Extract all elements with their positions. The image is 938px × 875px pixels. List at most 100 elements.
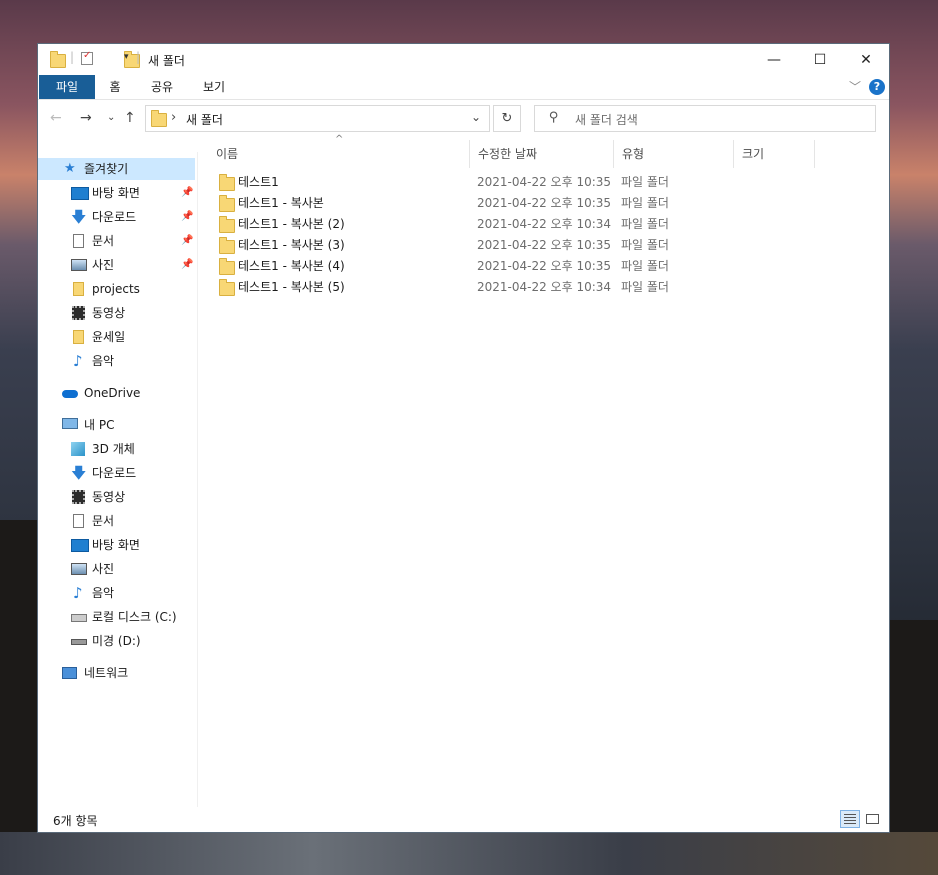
pin-icon: 📌 bbox=[181, 211, 194, 222]
file-date: 2021-04-22 오후 10:34 bbox=[477, 280, 612, 294]
sidebar-item-onedrive[interactable]: OneDrive bbox=[38, 382, 195, 404]
sidebar-item-pc-videos[interactable]: 동영상 bbox=[38, 486, 195, 508]
column-header-name[interactable]: 이름 bbox=[208, 140, 470, 168]
up-icon[interactable]: ↑ bbox=[124, 110, 136, 126]
address-bar[interactable]: › 새 폴더 ⌄ bbox=[145, 105, 490, 132]
tab-file[interactable]: 파일 bbox=[39, 75, 95, 99]
status-bar: 6개 항목 bbox=[38, 807, 889, 832]
sidebar-item-pc-pictures[interactable]: 사진 bbox=[38, 558, 195, 580]
close-button[interactable]: ✕ bbox=[843, 44, 889, 75]
sidebar-item-pc-desktop[interactable]: 바탕 화면 bbox=[38, 534, 195, 556]
file-date: 2021-04-22 오후 10:35 bbox=[477, 175, 612, 189]
network-icon bbox=[62, 667, 77, 679]
quick-access-dropdown-icon[interactable]: ▾ bbox=[124, 52, 129, 62]
address-dropdown-icon[interactable]: ⌄ bbox=[471, 110, 481, 124]
3d-objects-icon bbox=[71, 442, 85, 456]
breadcrumb-current[interactable]: 새 폴더 bbox=[186, 111, 223, 128]
file-type: 파일 폴더 bbox=[621, 280, 669, 294]
tab-share[interactable]: 공유 bbox=[142, 75, 182, 99]
file-name: 테스트1 - 복사본 bbox=[238, 196, 324, 210]
back-icon[interactable]: ← bbox=[50, 110, 62, 126]
minimize-button[interactable]: — bbox=[751, 44, 797, 75]
help-icon[interactable]: ? bbox=[869, 79, 885, 95]
file-type: 파일 폴더 bbox=[621, 238, 669, 252]
folder-icon bbox=[219, 195, 235, 212]
sidebar-item-projects[interactable]: projects bbox=[38, 278, 195, 300]
sidebar-item-network[interactable]: 네트워크 bbox=[38, 662, 195, 684]
refresh-button[interactable]: ↻ bbox=[493, 105, 521, 132]
sidebar-item-pc-documents[interactable]: 문서 bbox=[38, 510, 195, 532]
expand-ribbon-icon[interactable]: ﹀ bbox=[849, 78, 861, 95]
list-item[interactable]: 테스트1 - 복사본 (3) 2021-04-22 오후 10:35 파일 폴더 bbox=[208, 235, 808, 256]
wallpaper-waves-bottom bbox=[0, 832, 938, 875]
music-icon: ♪ bbox=[73, 584, 83, 602]
sidebar-item-this-pc[interactable]: 내 PC bbox=[38, 414, 195, 436]
sidebar-item-3d-objects[interactable]: 3D 개체 bbox=[38, 438, 195, 460]
details-view-icon[interactable] bbox=[840, 810, 860, 828]
sidebar-item-pc-downloads[interactable]: 🡇 다운로드 bbox=[38, 462, 195, 484]
large-icons-view-icon[interactable] bbox=[863, 810, 883, 828]
sidebar-item-quick-access[interactable]: ★ 즐겨찾기 bbox=[38, 158, 195, 180]
sidebar-item-downloads[interactable]: 🡇 다운로드 📌 bbox=[38, 206, 195, 228]
file-name: 테스트1 bbox=[238, 175, 279, 189]
breadcrumb-separator-icon: › bbox=[171, 110, 177, 125]
file-type: 파일 폴더 bbox=[621, 259, 669, 273]
video-icon bbox=[72, 490, 85, 504]
file-type: 파일 폴더 bbox=[621, 175, 669, 189]
separator: | bbox=[136, 50, 141, 64]
download-icon: 🡇 bbox=[71, 464, 87, 482]
cloud-icon bbox=[62, 390, 78, 398]
pictures-icon bbox=[71, 563, 87, 575]
list-item[interactable]: 테스트1 - 복사본 2021-04-22 오후 10:35 파일 폴더 bbox=[208, 193, 808, 214]
sidebar-item-documents[interactable]: 문서 📌 bbox=[38, 230, 195, 252]
ribbon-tabs: 파일 홈 공유 보기 ﹀ ? bbox=[38, 75, 889, 100]
maximize-button[interactable]: ☐ bbox=[797, 44, 843, 75]
drive-icon bbox=[71, 639, 87, 645]
sidebar-item-videos[interactable]: 동영상 bbox=[38, 302, 195, 324]
document-icon bbox=[73, 234, 84, 248]
file-explorer-window: | ✓ ▾ | 새 폴더 — ☐ ✕ 파일 홈 공유 보기 ﹀ ? ← → ⌄ … bbox=[38, 44, 889, 832]
folder-icon bbox=[151, 110, 167, 127]
desktop-icon bbox=[71, 539, 89, 552]
column-header-row: ^ 이름 수정한 날짜 유형 크기 bbox=[208, 134, 888, 168]
separator: | bbox=[70, 50, 75, 64]
list-item[interactable]: 테스트1 - 복사본 (2) 2021-04-22 오후 10:34 파일 폴더 bbox=[208, 214, 808, 235]
folder-icon bbox=[50, 51, 66, 68]
recent-locations-icon[interactable]: ⌄ bbox=[107, 112, 115, 123]
search-icon: ⚲ bbox=[549, 110, 559, 125]
file-date: 2021-04-22 오후 10:34 bbox=[477, 217, 612, 231]
download-icon: 🡇 bbox=[71, 208, 87, 226]
folder-icon bbox=[73, 330, 84, 344]
search-box[interactable]: ⚲ 새 폴더 검색 bbox=[534, 105, 876, 132]
list-item[interactable]: 테스트1 - 복사본 (4) 2021-04-22 오후 10:35 파일 폴더 bbox=[208, 256, 808, 277]
list-item[interactable]: 테스트1 2021-04-22 오후 10:35 파일 폴더 bbox=[208, 172, 808, 193]
sidebar-item-drive-d[interactable]: 미경 (D:) bbox=[38, 630, 195, 652]
sidebar-item-music[interactable]: ♪ 음악 bbox=[38, 350, 195, 372]
sidebar-item-pc-music[interactable]: ♪ 음악 bbox=[38, 582, 195, 604]
folder-icon bbox=[219, 174, 235, 191]
properties-icon[interactable]: ✓ bbox=[81, 50, 93, 65]
window-title: 새 폴더 bbox=[148, 54, 185, 68]
list-item[interactable]: 테스트1 - 복사본 (5) 2021-04-22 오후 10:34 파일 폴더 bbox=[208, 277, 808, 298]
forward-icon[interactable]: → bbox=[80, 110, 92, 126]
sidebar-item-pictures[interactable]: 사진 📌 bbox=[38, 254, 195, 276]
computer-icon bbox=[62, 418, 78, 429]
column-header-type[interactable]: 유형 bbox=[614, 140, 734, 168]
tab-home[interactable]: 홈 bbox=[98, 75, 132, 99]
file-date: 2021-04-22 오후 10:35 bbox=[477, 196, 612, 210]
pin-icon: 📌 bbox=[181, 235, 194, 246]
column-header-size[interactable]: 크기 bbox=[734, 140, 815, 168]
sidebar-item-desktop[interactable]: 바탕 화면 📌 bbox=[38, 182, 195, 204]
pictures-icon bbox=[71, 259, 87, 271]
column-header-date[interactable]: 수정한 날짜 bbox=[470, 140, 614, 168]
file-type: 파일 폴더 bbox=[621, 196, 669, 210]
music-icon: ♪ bbox=[73, 352, 83, 370]
file-name: 테스트1 - 복사본 (3) bbox=[238, 238, 345, 252]
navigation-pane: ★ 즐겨찾기 바탕 화면 📌 🡇 다운로드 📌 문서 📌 사진 📌 projec… bbox=[38, 152, 198, 807]
sidebar-item-local-disk-c[interactable]: 로컬 디스크 (C:) bbox=[38, 606, 195, 628]
file-date: 2021-04-22 오후 10:35 bbox=[477, 259, 612, 273]
tab-view[interactable]: 보기 bbox=[194, 75, 234, 99]
folder-icon bbox=[219, 216, 235, 233]
sidebar-item-yunseil[interactable]: 윤세일 bbox=[38, 326, 195, 348]
folder-icon bbox=[73, 282, 84, 296]
